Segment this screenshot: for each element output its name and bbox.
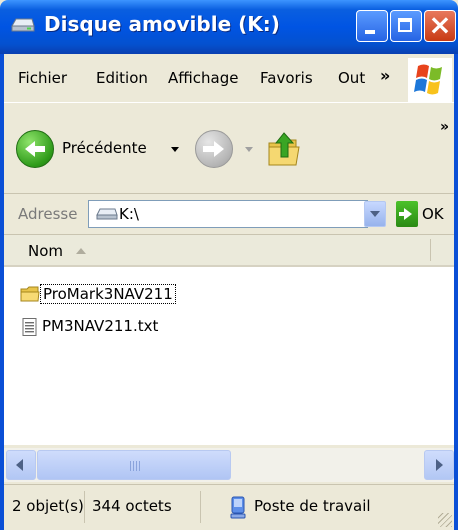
- file-name: PM3NAV211.txt: [42, 317, 159, 335]
- close-button[interactable]: ×: [424, 8, 456, 42]
- address-label: Adresse: [18, 205, 78, 223]
- column-header: Nom: [4, 235, 454, 267]
- title-bar[interactable]: Disque amovible (K:) ×: [0, 0, 458, 54]
- address-bar: Adresse K:\ OK: [4, 194, 454, 235]
- address-dropdown-button[interactable]: [364, 201, 386, 227]
- resize-grip-icon[interactable]: [438, 513, 452, 527]
- menu-bar: Fichier Edition Affichage Favoris Out »: [4, 54, 454, 103]
- back-history-dropdown-icon[interactable]: [171, 147, 179, 152]
- scroll-left-button[interactable]: [6, 450, 36, 480]
- status-separator: [84, 491, 85, 523]
- my-computer-icon: [230, 496, 246, 519]
- menu-fichier[interactable]: Fichier: [18, 69, 67, 87]
- status-object-count: 2 objet(s): [12, 497, 84, 515]
- text-file-icon: [22, 318, 37, 336]
- back-button[interactable]: Précédente: [16, 130, 176, 170]
- status-zone: Poste de travail: [254, 497, 371, 515]
- folder-up-icon[interactable]: [266, 129, 302, 169]
- address-input[interactable]: K:\: [88, 200, 368, 228]
- scroll-thumb[interactable]: [37, 450, 231, 480]
- sort-ascending-icon: [76, 248, 86, 254]
- menu-outils[interactable]: Out: [338, 69, 365, 87]
- close-icon: ×: [428, 8, 452, 41]
- column-name-header[interactable]: Nom: [28, 242, 63, 260]
- window-border-right: [454, 54, 458, 530]
- folder-icon: [20, 286, 40, 302]
- go-arrow-icon[interactable]: [396, 201, 418, 227]
- status-total-size: 344 octets: [92, 497, 172, 515]
- file-list[interactable]: ProMark3NAV211 PM3NAV211.txt: [4, 267, 454, 445]
- go-button-label[interactable]: OK: [422, 205, 444, 223]
- scroll-grip: [130, 461, 140, 471]
- explorer-window: Disque amovible (K:) × Fichier Edition A…: [0, 0, 458, 530]
- menu-more-chevron[interactable]: »: [380, 66, 390, 85]
- window-title: Disque amovible (K:): [44, 12, 280, 36]
- maximize-button[interactable]: [390, 10, 422, 42]
- scroll-right-button[interactable]: [424, 450, 454, 480]
- address-value: K:\: [119, 205, 139, 223]
- minimize-button[interactable]: [356, 10, 388, 42]
- menu-favoris[interactable]: Favoris: [260, 69, 313, 87]
- horizontal-scrollbar[interactable]: [4, 448, 454, 482]
- removable-drive-icon: [96, 208, 118, 220]
- menu-affichage[interactable]: Affichage: [168, 69, 238, 87]
- status-bar: 2 objet(s) 344 octets Poste de travail: [4, 484, 454, 529]
- removable-drive-icon: [11, 18, 35, 32]
- standard-toolbar: Précédente »: [4, 103, 454, 194]
- back-arrow-icon: [16, 130, 54, 168]
- back-button-label: Précédente: [62, 139, 147, 157]
- toolbar-more-chevron[interactable]: »: [440, 119, 449, 135]
- file-name: ProMark3NAV211: [40, 284, 176, 304]
- windows-logo-icon: [408, 58, 452, 102]
- menu-edition[interactable]: Edition: [96, 69, 148, 87]
- forward-history-dropdown-icon[interactable]: [245, 147, 253, 152]
- column-separator[interactable]: [430, 239, 431, 261]
- forward-arrow-icon[interactable]: [195, 130, 233, 168]
- status-separator: [200, 491, 201, 523]
